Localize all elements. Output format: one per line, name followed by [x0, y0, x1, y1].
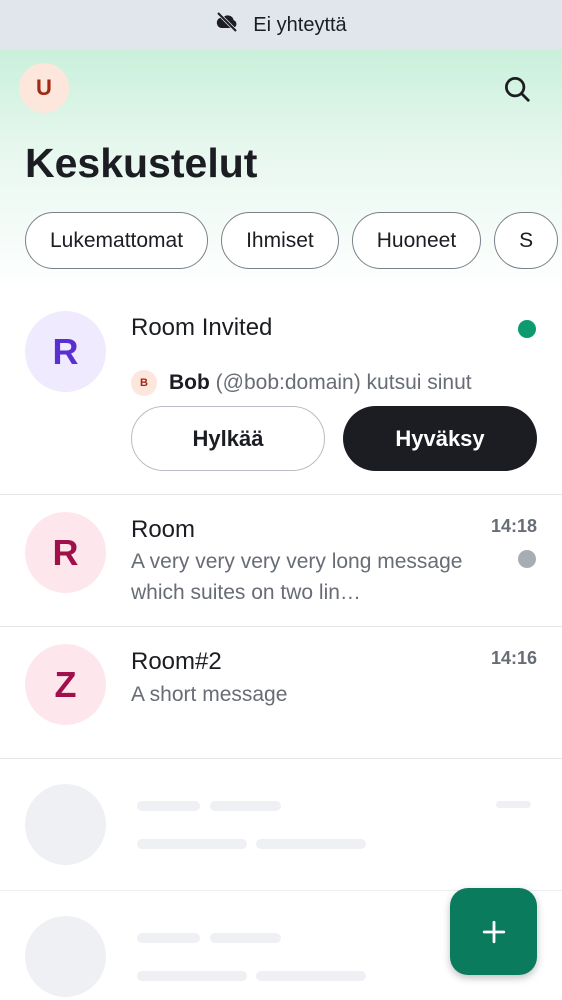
room-last-message: A very very very very long message which… [131, 550, 463, 604]
page-title: Keskustelut [25, 140, 258, 186]
unread-indicator [518, 550, 536, 568]
placeholder-bar [256, 971, 366, 981]
room-name: Room Invited [131, 314, 273, 341]
filter-chip-people[interactable]: Ihmiset [221, 212, 339, 269]
filter-chip-favourites[interactable]: S [494, 212, 559, 269]
filter-chip-rooms[interactable]: Huoneet [351, 212, 482, 269]
room-last-message: A short message [131, 683, 288, 706]
room-timestamp: 14:16 [490, 648, 537, 668]
connection-status-bar: Ei yhteyttä [0, 0, 562, 50]
placeholder-bar [137, 839, 247, 849]
placeholder-bar [256, 839, 366, 849]
inviter-text: (@bob:domain) kutsui sinut [215, 371, 472, 394]
room-name: Room#2 [131, 648, 222, 675]
room-avatar: Z [25, 644, 106, 725]
placeholder-avatar [25, 784, 106, 865]
placeholder-bar [137, 933, 200, 943]
filter-chip-unread[interactable]: Lukemattomat [25, 212, 209, 269]
loading-placeholder-item [0, 759, 562, 891]
room-timestamp: 14:18 [490, 516, 537, 536]
placeholder-bar [137, 971, 247, 981]
search-icon [505, 77, 530, 102]
connection-status-text: Ei yhteyttä [253, 13, 347, 36]
room-name: Room [131, 516, 196, 543]
invite-description: B Bob (@bob:domain) kutsui sinut [131, 370, 472, 396]
room-list-item[interactable]: R Room 14:18 A very very very very long … [0, 495, 562, 627]
user-avatar[interactable]: U [19, 63, 69, 113]
new-conversation-button[interactable] [450, 888, 537, 975]
placeholder-avatar [25, 916, 106, 997]
room-avatar: R [25, 311, 106, 392]
cloud-off-icon [215, 10, 239, 40]
placeholder-bar [496, 801, 531, 808]
inviter-name: Bob [169, 371, 210, 394]
placeholder-bar [137, 801, 200, 811]
decline-button[interactable]: Hylkää [131, 406, 325, 471]
room-list-item[interactable]: Z Room#2 14:16 A short message [0, 627, 562, 759]
inviter-avatar: B [131, 370, 157, 396]
placeholder-bar [210, 801, 281, 811]
room-avatar: R [25, 512, 106, 593]
filter-chips: Lukemattomat Ihmiset Huoneet S [25, 212, 559, 269]
search-button[interactable] [498, 70, 536, 108]
invite-indicator [518, 320, 536, 338]
plus-icon [482, 920, 505, 943]
placeholder-bar [210, 933, 281, 943]
accept-button[interactable]: Hyväksy [343, 406, 537, 471]
